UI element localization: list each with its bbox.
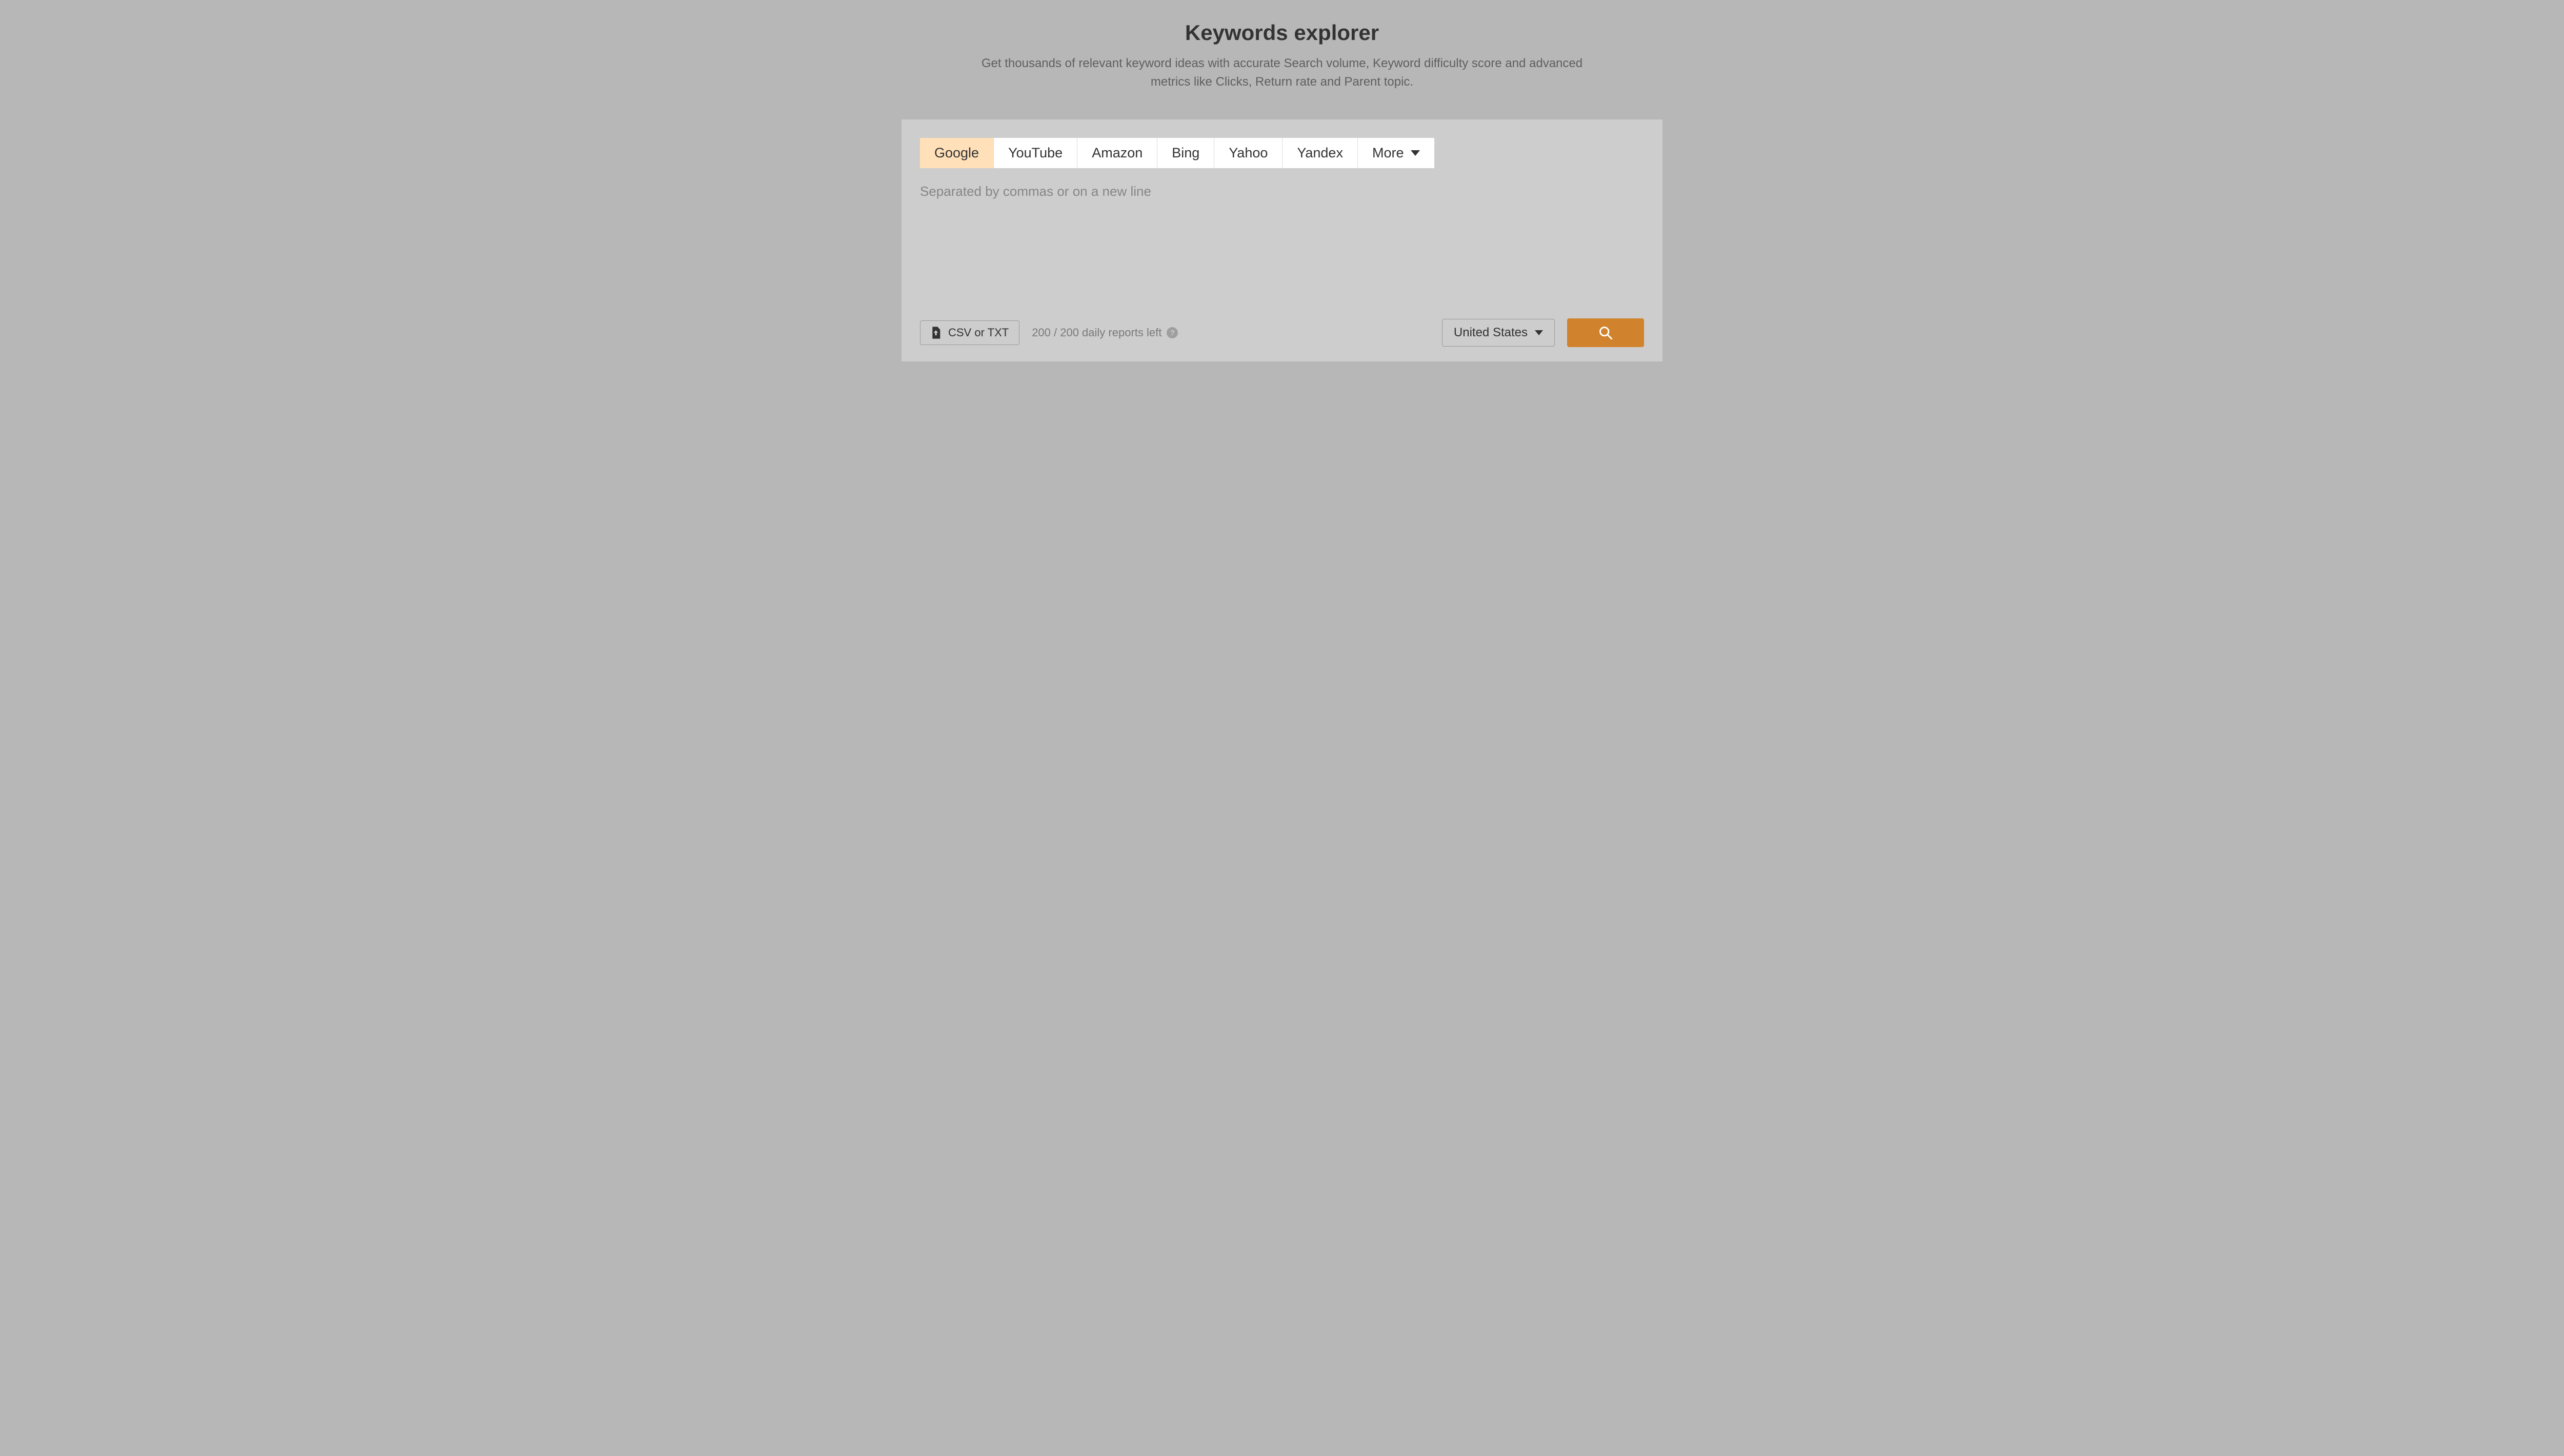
- upload-file-label: CSV or TXT: [948, 326, 1009, 339]
- page-subtitle: Get thousands of relevant keyword ideas …: [974, 54, 1590, 91]
- engine-tab-label: Google: [934, 145, 979, 161]
- engine-tab-label: More: [1372, 145, 1404, 161]
- upload-file-button[interactable]: CSV or TXT: [920, 320, 1019, 345]
- search-icon: [1598, 326, 1613, 340]
- chevron-down-icon: [1535, 330, 1543, 335]
- engine-tab-yandex[interactable]: Yandex: [1283, 138, 1358, 168]
- search-button[interactable]: [1567, 318, 1644, 347]
- chevron-down-icon: [1411, 150, 1420, 156]
- page-title: Keywords explorer: [15, 21, 2549, 45]
- engine-tab-google[interactable]: Google: [920, 138, 994, 168]
- engine-tab-label: Yandex: [1297, 145, 1343, 161]
- engine-tab-yahoo[interactable]: Yahoo: [1214, 138, 1283, 168]
- engine-tab-more[interactable]: More: [1358, 138, 1435, 168]
- upload-icon: [931, 327, 941, 339]
- engine-tab-bing[interactable]: Bing: [1157, 138, 1214, 168]
- reports-left-status: 200 / 200 daily reports left ?: [1032, 326, 1178, 339]
- engine-tab-label: YouTube: [1008, 145, 1063, 161]
- engine-tab-label: Yahoo: [1229, 145, 1268, 161]
- country-select[interactable]: United States: [1442, 319, 1555, 347]
- engine-tab-youtube[interactable]: YouTube: [994, 138, 1077, 168]
- reports-left-text: 200 / 200 daily reports left: [1032, 326, 1161, 339]
- card-footer-row: CSV or TXT 200 / 200 daily reports left …: [920, 318, 1644, 347]
- engine-tab-amazon[interactable]: Amazon: [1077, 138, 1157, 168]
- help-icon[interactable]: ?: [1167, 327, 1178, 338]
- engine-tab-label: Bing: [1172, 145, 1199, 161]
- search-engine-tabs: Google YouTube Amazon Bing Yahoo Yandex …: [920, 138, 1644, 168]
- keywords-input[interactable]: [920, 184, 1644, 306]
- country-select-label: United States: [1454, 326, 1528, 340]
- engine-tab-label: Amazon: [1092, 145, 1143, 161]
- keywords-explorer-card: Google YouTube Amazon Bing Yahoo Yandex …: [902, 119, 1662, 361]
